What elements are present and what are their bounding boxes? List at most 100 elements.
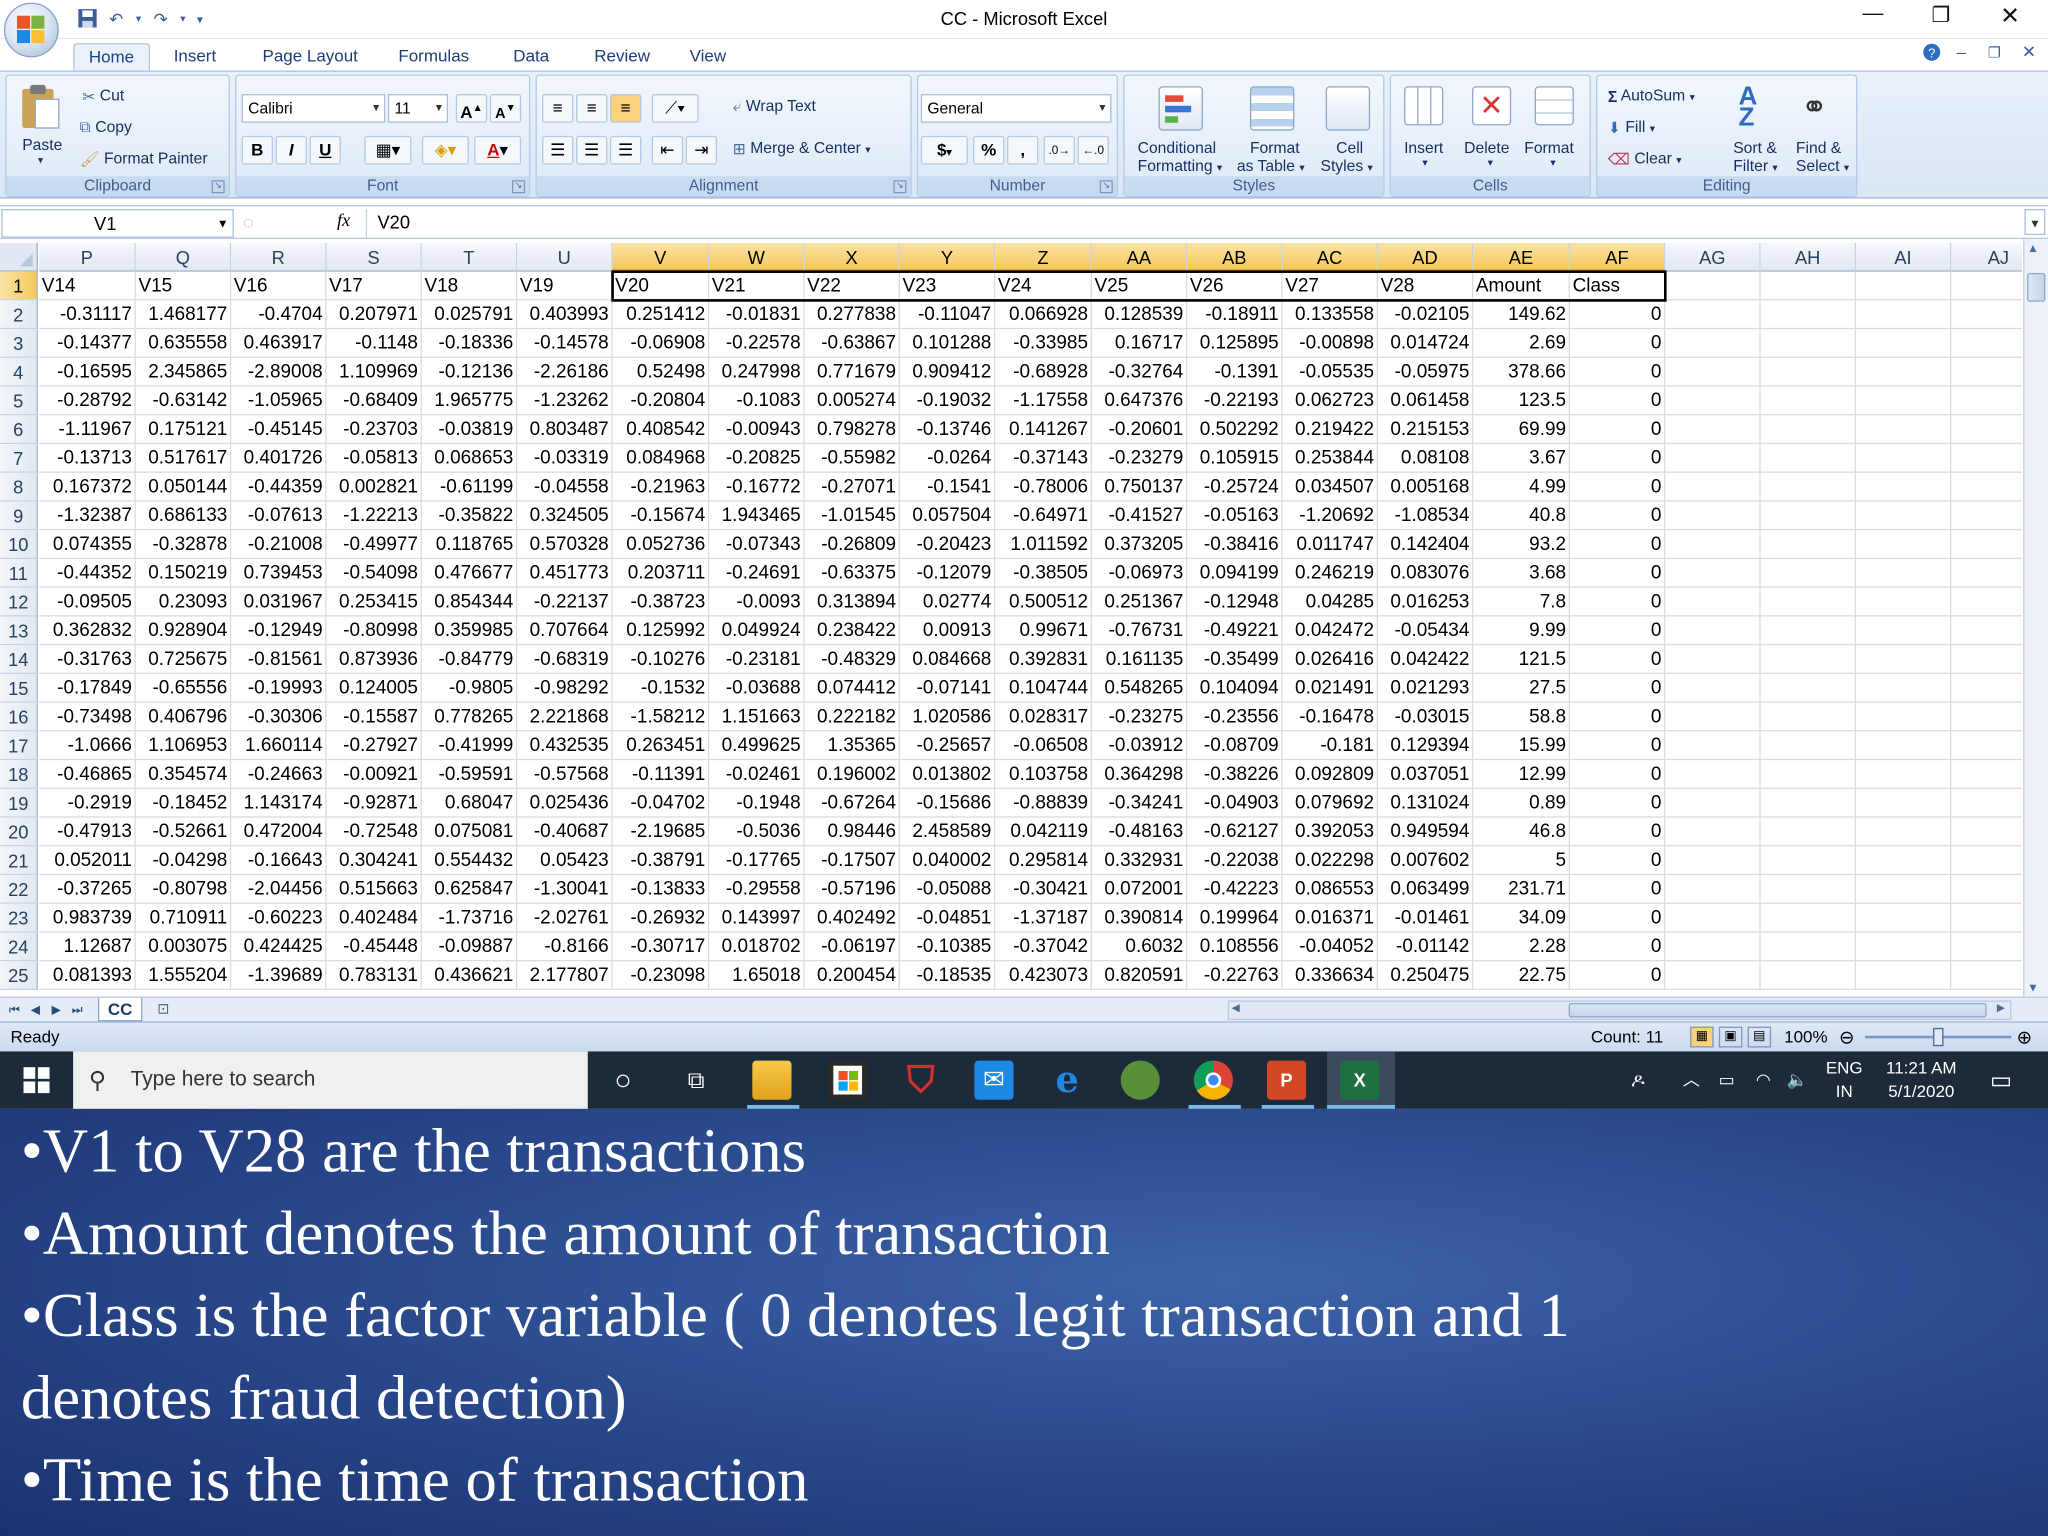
table-cell[interactable]: -0.25657 <box>899 731 996 761</box>
table-cell[interactable]: -0.22137 <box>517 587 613 617</box>
borders-icon[interactable]: ▦▾ <box>364 135 412 165</box>
store-icon[interactable] <box>828 1060 868 1100</box>
table-cell[interactable]: -0.29558 <box>709 875 805 904</box>
table-cell[interactable] <box>1760 386 1856 416</box>
table-cell[interactable]: 0 <box>1569 357 1666 387</box>
horizontal-scrollbar[interactable]: ◀ ▶ <box>1227 1000 2012 1021</box>
font-size-select[interactable]: 11 ▼ <box>387 94 448 123</box>
table-cell[interactable]: 0.219422 <box>1282 415 1378 445</box>
table-cell[interactable]: 0 <box>1569 673 1666 703</box>
table-cell[interactable]: 149.62 <box>1473 300 1570 330</box>
battery-icon[interactable]: ▭ <box>1711 1051 1742 1108</box>
row-header[interactable]: 6 <box>0 415 38 445</box>
table-cell[interactable]: 0.031967 <box>231 587 327 617</box>
table-cell[interactable]: 4.99 <box>1473 472 1570 502</box>
table-cell[interactable]: -0.20601 <box>1091 415 1188 445</box>
table-cell[interactable]: 0 <box>1569 587 1666 617</box>
table-cell[interactable]: 0.725675 <box>135 645 232 674</box>
table-cell[interactable]: 0.324505 <box>517 501 613 531</box>
table-cell[interactable]: 15.99 <box>1473 731 1570 761</box>
table-cell[interactable] <box>1951 760 2022 789</box>
table-cell[interactable]: 0.798278 <box>804 415 900 445</box>
table-cell[interactable]: 0.686133 <box>135 501 232 531</box>
table-cell[interactable]: -0.01142 <box>1377 932 1474 962</box>
table-cell[interactable]: -0.01831 <box>709 300 805 330</box>
table-cell[interactable]: 0.253415 <box>326 587 422 617</box>
table-cell[interactable]: -0.88839 <box>995 788 1092 818</box>
table-cell[interactable]: 0.517617 <box>135 444 232 473</box>
table-cell[interactable]: 0.710911 <box>135 903 232 933</box>
table-cell[interactable]: -0.04052 <box>1282 932 1378 962</box>
table-cell[interactable] <box>1760 472 1856 502</box>
table-cell[interactable]: -1.08534 <box>1377 501 1474 531</box>
alignment-launcher-icon[interactable]: ↘ <box>893 180 907 194</box>
zoom-out-icon[interactable]: ⊖ <box>1839 1023 1854 1052</box>
table-cell[interactable]: 0.247998 <box>709 357 805 387</box>
table-cell[interactable] <box>1855 386 1952 416</box>
table-cell[interactable]: 0.105915 <box>1187 444 1283 473</box>
table-cell[interactable]: 0.042119 <box>995 817 1092 847</box>
table-cell[interactable]: -0.44352 <box>39 559 136 588</box>
table-cell[interactable]: 0.074355 <box>39 530 136 560</box>
table-cell[interactable]: -0.04558 <box>517 472 613 502</box>
table-cell[interactable]: 0.104094 <box>1187 673 1283 703</box>
table-cell[interactable]: -0.57196 <box>804 875 900 904</box>
table-cell[interactable] <box>1760 415 1856 445</box>
table-cell[interactable] <box>1951 933 2022 962</box>
tab-data[interactable]: Data <box>499 43 564 70</box>
table-cell[interactable]: -0.49977 <box>326 530 422 560</box>
row-header[interactable]: 11 <box>0 559 38 588</box>
header-cell[interactable]: V21 <box>709 271 805 301</box>
table-cell[interactable]: 0.570328 <box>517 530 613 560</box>
header-cell[interactable] <box>1951 272 2022 301</box>
column-header-ai[interactable]: AI <box>1855 242 1952 272</box>
header-cell[interactable]: V15 <box>135 271 232 301</box>
table-cell[interactable]: -0.05975 <box>1377 357 1474 387</box>
table-cell[interactable]: 0.118765 <box>421 530 518 560</box>
table-cell[interactable]: 0.040002 <box>899 846 996 876</box>
table-cell[interactable] <box>1855 329 1952 358</box>
table-cell[interactable]: -1.30041 <box>517 875 613 904</box>
table-cell[interactable]: -0.23181 <box>709 645 805 674</box>
table-cell[interactable]: 0.084668 <box>899 645 996 674</box>
table-cell[interactable] <box>1665 760 1761 789</box>
table-cell[interactable]: -0.02105 <box>1377 300 1474 330</box>
table-cell[interactable] <box>1855 415 1952 445</box>
table-cell[interactable]: 0 <box>1569 329 1666 358</box>
table-cell[interactable] <box>1855 559 1952 588</box>
table-cell[interactable]: -0.63867 <box>804 329 900 358</box>
vertical-scroll-thumb[interactable] <box>2027 272 2046 302</box>
table-cell[interactable] <box>1951 329 2022 358</box>
table-cell[interactable]: 0 <box>1569 702 1666 732</box>
table-cell[interactable]: -0.01461 <box>1377 903 1474 933</box>
column-header-ae[interactable]: AE <box>1473 242 1570 272</box>
table-cell[interactable]: -0.15674 <box>612 501 710 531</box>
table-cell[interactable]: 123.5 <box>1473 386 1570 416</box>
table-cell[interactable] <box>1855 731 1952 761</box>
zoom-in-icon[interactable]: ⊕ <box>2017 1023 2032 1052</box>
table-cell[interactable]: -0.80998 <box>326 616 422 646</box>
tab-page-layout[interactable]: Page Layout <box>248 43 372 70</box>
table-cell[interactable]: 0.081393 <box>39 961 136 991</box>
table-cell[interactable] <box>1951 387 2022 416</box>
table-cell[interactable]: -0.0264 <box>899 444 996 473</box>
table-cell[interactable]: -0.1541 <box>899 472 996 502</box>
table-cell[interactable]: 0 <box>1569 788 1666 818</box>
table-cell[interactable]: -0.67264 <box>804 788 900 818</box>
table-cell[interactable]: 0 <box>1569 731 1666 761</box>
table-cell[interactable]: 0.062723 <box>1282 386 1378 416</box>
table-cell[interactable]: 0.075081 <box>421 817 518 847</box>
column-header-u[interactable]: U <box>517 242 613 272</box>
table-cell[interactable]: -0.98292 <box>517 673 613 703</box>
table-cell[interactable]: 0.89 <box>1473 788 1570 818</box>
mcafee-icon[interactable]: ⛉ <box>901 1060 940 1100</box>
next-sheet-icon[interactable]: ▶ <box>47 999 65 1020</box>
align-top-icon[interactable]: ≡ <box>542 94 574 123</box>
table-cell[interactable]: -0.23556 <box>1187 702 1283 732</box>
table-cell[interactable] <box>1665 530 1761 560</box>
normal-view-icon[interactable]: ▦ <box>1690 1026 1714 1048</box>
align-left-icon[interactable]: ☰ <box>542 135 574 165</box>
number-format-select[interactable]: General ▼ <box>920 94 1112 123</box>
chrome-icon[interactable] <box>1193 1060 1233 1100</box>
table-cell[interactable]: -0.44359 <box>231 472 327 502</box>
